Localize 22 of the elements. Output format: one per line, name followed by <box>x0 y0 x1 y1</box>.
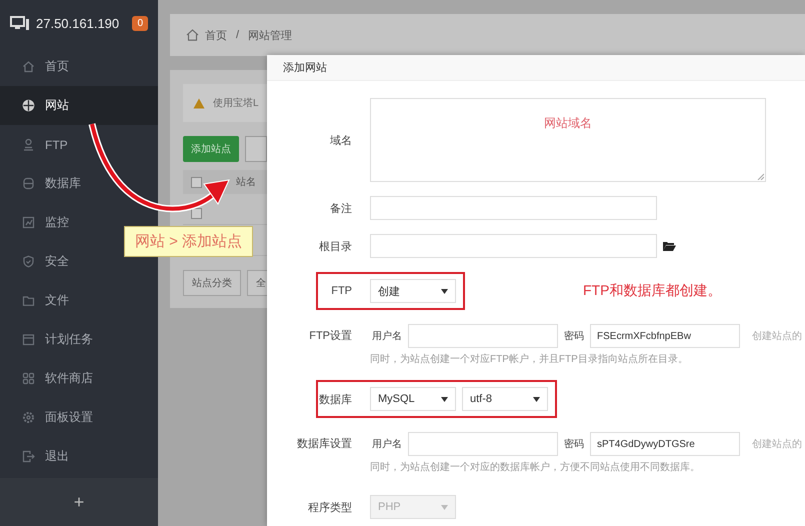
field-label: 备注 <box>329 202 352 216</box>
server-address: 27.50.161.190 <box>36 16 120 31</box>
dialog-title: 添加网站 <box>267 55 805 81</box>
breadcrumb-separator: / <box>236 29 240 41</box>
field-label: 密码 <box>564 438 584 451</box>
field-label: FTP <box>330 285 352 297</box>
annotation-tooltip: 网站 > 添加站点 <box>124 226 254 257</box>
field-label: 密码 <box>564 330 584 343</box>
field-label: 域名 <box>329 134 352 148</box>
help-text: 创建站点的 <box>752 438 802 451</box>
warning-text: 使用宝塔L <box>213 96 259 110</box>
field-label: 用户名 <box>372 438 402 451</box>
field-label: 根目录 <box>318 240 352 254</box>
field-label: FTP设置 <box>308 329 352 344</box>
field-label: 数据库设置 <box>296 436 352 452</box>
field-label: 用户名 <box>372 330 402 343</box>
field-label: 数据库 <box>318 392 352 406</box>
help-text: 创建站点的 <box>752 330 802 343</box>
help-text: 同时，为站点创建一个对应的数据库帐户，方便不同站点使用不同数据库。 <box>370 460 701 474</box>
field-label: 程序类型 <box>307 500 352 514</box>
help-text: 同时，为站点创建一个对应FTP帐户，并且FTP目录指向站点所在目录。 <box>370 352 689 366</box>
annotation-note: FTP和数据库都创建。 <box>583 282 722 300</box>
